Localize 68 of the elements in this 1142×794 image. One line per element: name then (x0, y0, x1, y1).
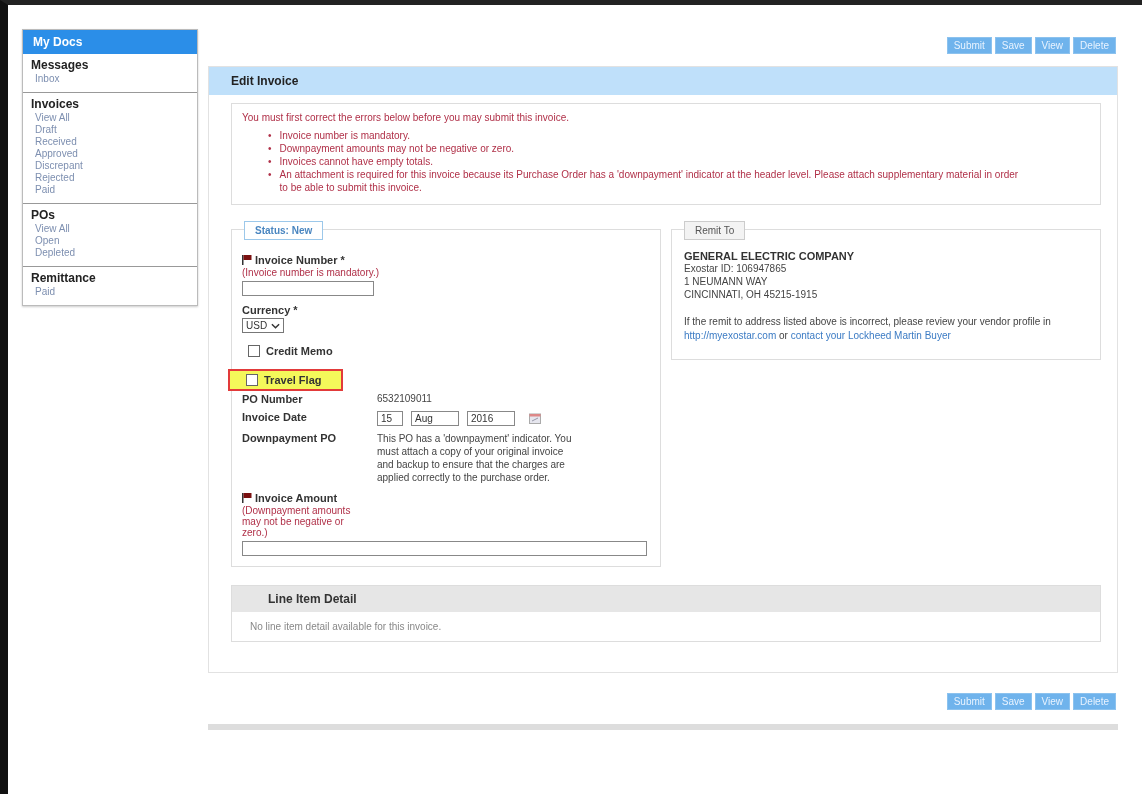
field-error: (Downpayment amounts may not be negative or zero.) (242, 505, 352, 538)
address-line: CINCINNATI, OH 45215-1915 (684, 288, 819, 301)
remit-legend: Remit To (684, 221, 746, 240)
sidebar-link[interactable]: Draft (31, 124, 189, 136)
toolbar-button[interactable]: Save (994, 693, 1032, 710)
error-item: Invoice number is mandatory. (279, 129, 410, 142)
field-label: Invoice Number * (255, 254, 345, 266)
sidebar-link[interactable]: Open (31, 235, 189, 247)
address-line: 1 NEUMANN WAY (684, 275, 769, 288)
section-heading: Invoices (31, 97, 81, 111)
sidebar-title: My Docs (23, 30, 197, 54)
toolbar-button[interactable]: Delete (1073, 693, 1116, 710)
error-item: An attachment is required for this invoice because its Purchase Order has a 'downpayment' indicator at the header level. Please attach supplementary material in order to be able to submit this invoice. (279, 168, 1020, 194)
bullet: • (268, 168, 272, 181)
section-header: Line Item Detail (232, 586, 1100, 612)
error-message: You must first correct the errors below before you may submit this invoice. (242, 112, 570, 123)
checkbox-label: Credit Memo (266, 345, 333, 357)
address-line: Exostar ID: 106947865 (684, 262, 788, 275)
chevron-icon (271, 322, 281, 329)
panel-header: Edit Invoice (209, 67, 1117, 95)
sidebar-link[interactable]: Rejected (31, 172, 189, 184)
error-item: Downpayment amounts may not be negative or zero. (279, 142, 515, 155)
bullet: • (268, 129, 272, 142)
field-label: Invoice Date (242, 411, 308, 423)
year-field[interactable]: 2016 (467, 411, 515, 426)
sidebar-link[interactable]: Paid (31, 286, 189, 298)
invoice-amount-field[interactable] (242, 541, 647, 556)
downpayment-note: This PO has a 'downpayment' indicator. You must attach a copy of your original invoice and backup to ensure that the charges are applied correctly to the purchase order. (377, 432, 573, 484)
checkbox-label: Travel Flag (264, 374, 322, 386)
field-error: (Invoice number is mandatory.) (242, 267, 381, 278)
contact-link[interactable]: contact your Lockheed Martin Buyer (790, 330, 951, 341)
month-field[interactable]: Aug (411, 411, 459, 426)
toolbar-button[interactable]: View (1034, 37, 1071, 54)
sidebar-link[interactable]: Inbox (31, 73, 189, 85)
profile-link[interactable]: http://myexostar.com (684, 330, 777, 341)
field-label: Downpayment PO (242, 432, 338, 444)
section-heading: Messages (31, 58, 90, 72)
day-field[interactable]: 15 (377, 411, 403, 426)
status-legend: Status: New (244, 221, 324, 240)
toolbar-button[interactable]: Submit (946, 693, 992, 710)
toolbar-button[interactable]: Delete (1073, 37, 1116, 54)
toolbar-button[interactable]: Submit (946, 37, 992, 54)
calendar-icon[interactable] (529, 413, 541, 424)
remit-note: If the remit to address listed above is incorrect, please review your vendor profile in http://myexostar.com or contact your Lockheed Martin Buyer (684, 315, 1052, 343)
sidebar-link[interactable]: View All (31, 223, 189, 235)
currency-select[interactable]: USD (242, 318, 285, 333)
sidebar-link[interactable]: View All (31, 112, 189, 124)
company-name: GENERAL ELECTRIC COMPANY (684, 250, 856, 262)
section-heading: Remittance (31, 271, 97, 285)
bullet: • (268, 155, 272, 168)
sidebar-link[interactable]: Discrepant (31, 160, 189, 172)
bullet: • (268, 142, 272, 155)
checkbox[interactable] (248, 345, 260, 357)
sidebar-link[interactable]: Received (31, 136, 189, 148)
empty-message: No line item detail available for this invoice. (249, 620, 443, 634)
sidebar-link[interactable]: Depleted (31, 247, 189, 259)
sidebar-link[interactable]: Paid (31, 184, 189, 196)
field-label: Invoice Amount (255, 492, 338, 504)
po-number-value: 6532109011 (377, 393, 433, 404)
checkbox[interactable] (246, 374, 258, 386)
toolbar-button[interactable]: View (1034, 693, 1071, 710)
field-label: Currency * (242, 304, 298, 316)
invoice-number-field[interactable] (242, 281, 374, 296)
sidebar-link[interactable]: Approved (31, 148, 189, 160)
error-item: Invoices cannot have empty totals. (279, 155, 433, 168)
section-heading: POs (31, 208, 56, 222)
toolbar-button[interactable]: Save (994, 37, 1032, 54)
field-label: PO Number (242, 393, 304, 405)
